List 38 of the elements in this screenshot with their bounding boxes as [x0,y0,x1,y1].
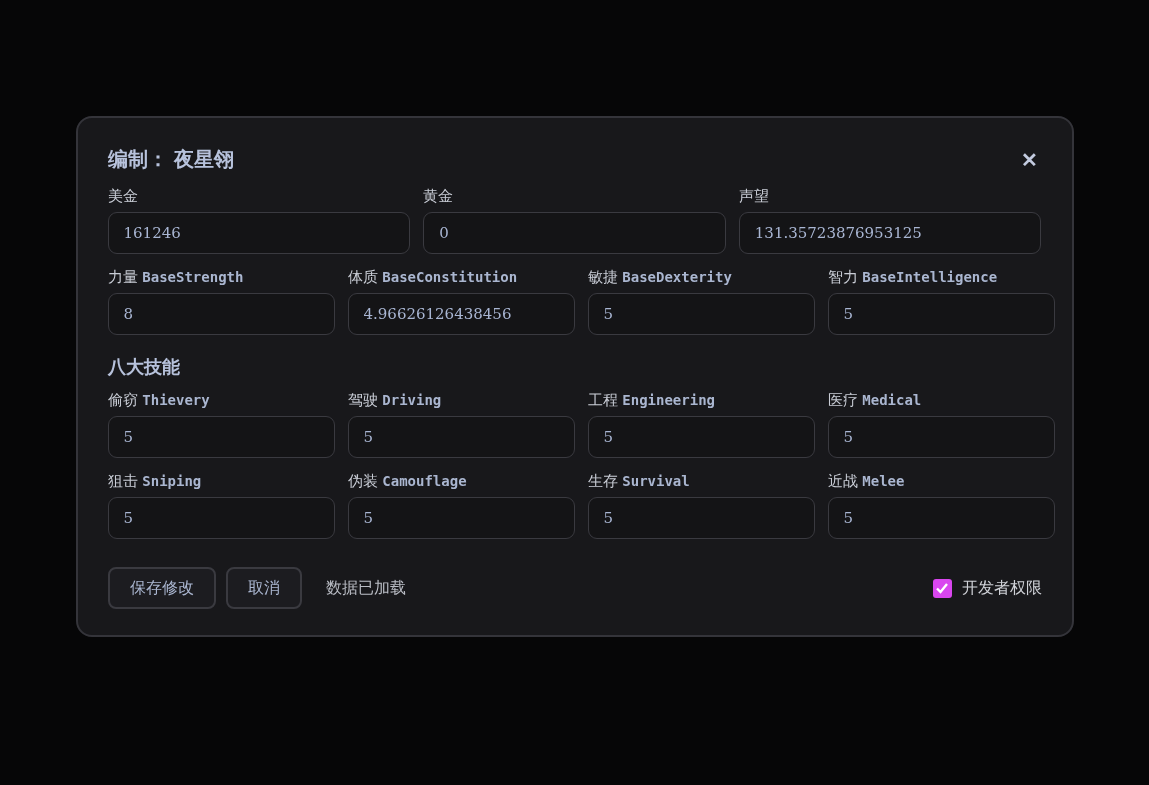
field-label: 黄金 [423,187,455,206]
dialog-title: 编制： 夜星翎 [107,146,235,173]
status-text: 数据已加载 [325,577,406,599]
field-label: 狙击 Sniping [107,472,203,491]
input-field[interactable]: 0 [423,212,726,254]
field-label: 生存 Survival [587,472,691,491]
input-field[interactable]: 5 [827,497,1055,539]
field-label: 力量 BaseStrength [107,268,245,287]
input-field[interactable]: 8 [107,293,335,335]
input-field[interactable]: 5 [587,497,815,539]
section-heading: 八大技能 [107,355,181,379]
input-field[interactable]: 5 [587,416,815,458]
field-label: 美金 [107,187,139,206]
input-field[interactable]: 5 [827,416,1055,458]
field-label: 医疗 Medical [827,391,923,410]
input-field[interactable]: 5 [107,497,335,539]
field-label: 智力 BaseIntelligence [827,268,999,287]
field-label: 伪装 Camouflage [347,472,468,491]
field-label: 敏捷 BaseDexterity [587,268,733,287]
input-field[interactable]: 161246 [107,212,411,254]
field-label: 工程 Engineering [587,391,716,410]
input-field[interactable]: 5 [347,416,575,458]
checkbox[interactable] [932,578,952,598]
input-field[interactable]: 5 [107,416,335,458]
field-label: 驾驶 Driving [347,391,443,410]
cancel-button[interactable]: 取消 [225,567,302,609]
input-field[interactable]: 5 [347,497,575,539]
field-label: 偷窃 Thievery [107,391,211,410]
checkbox-label: 开发者权限 [961,577,1042,599]
field-label: 声望 [738,187,770,206]
input-field[interactable]: 5 [827,293,1055,335]
close-button[interactable]: ✕ [1016,147,1042,172]
input-field[interactable]: 4.96626126438456 [347,293,575,335]
input-field[interactable]: 131.35723876953125 [738,212,1042,254]
input-field[interactable]: 5 [587,293,815,335]
field-label: 体质 BaseConstitution [347,268,519,287]
field-label: 近战 Melee [827,472,906,491]
save-button[interactable]: 保存修改 [107,567,216,609]
